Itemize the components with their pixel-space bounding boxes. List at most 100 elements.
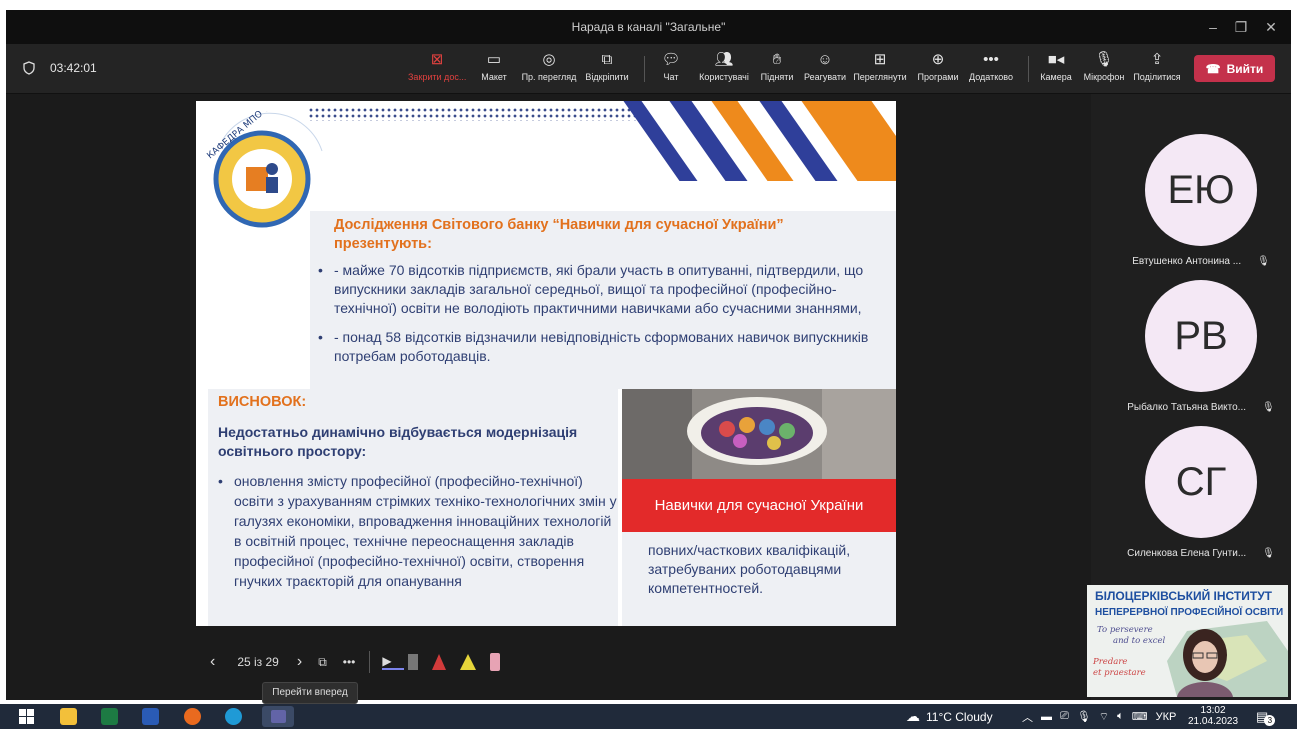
tray-chevron-icon[interactable]: ︿ — [1022, 709, 1033, 725]
next-slide-icon[interactable]: › — [291, 653, 316, 671]
red-banner: Навички для сучасної України — [622, 479, 896, 532]
camera-icon: ■◂ — [1047, 51, 1065, 68]
toolbar-divider — [1028, 56, 1029, 82]
share-button[interactable]: ⇪ Поділитися — [1132, 49, 1182, 91]
layout-button[interactable]: ▭ Макет — [476, 49, 512, 91]
participant-tile[interactable]: РВ Рыбалко Татьяна Викто... 🎙︎ — [1116, 280, 1286, 413]
mic-button[interactable]: 🎙︎ Мікрофон — [1080, 49, 1128, 91]
button-label: Чат — [663, 72, 679, 82]
eye-icon: ◎ — [542, 51, 556, 68]
teams-meeting-window: Нарада в каналі "Загальне" – ❐ ✕ 03:42:0… — [6, 10, 1291, 704]
leave-label: Вийти — [1226, 61, 1264, 76]
handwriting-line: et praestare — [1093, 668, 1146, 678]
close-icon[interactable]: ✕ — [1259, 16, 1283, 38]
shield-icon — [23, 61, 35, 75]
pointer-tool-icon[interactable]: ▶ — [382, 654, 404, 670]
keyboard-icon[interactable]: ⌨ — [1132, 710, 1148, 723]
avatar: СГ — [1145, 426, 1257, 538]
meeting-toolbar: 03:42:01 ⊠ Закрити дос... ▭ Макет ◎ Пр. … — [6, 44, 1291, 94]
bullet-item: - понад 58 відсотків відзначили невідпов… — [314, 328, 874, 366]
eraser-tool-icon[interactable] — [407, 654, 418, 670]
button-label: Закрити дос... — [408, 72, 467, 82]
button-label: Реагувати — [803, 72, 847, 82]
page-counter: 25 із 29 — [237, 655, 279, 669]
video-banner-line2: НЕПЕРЕРВНОЇ ПРОФЕСІЙНОЇ ОСВІТИ — [1095, 607, 1284, 618]
mic-muted-icon: 🎙︎ — [1262, 402, 1275, 413]
raise-hand-button[interactable]: ✋︎ Підняти — [758, 49, 796, 91]
battery-icon[interactable]: ▬ — [1041, 711, 1052, 723]
word-icon[interactable] — [142, 708, 159, 725]
participant-name-row: Силенкова Елена Гунти... 🎙︎ — [1116, 548, 1286, 559]
volume-icon[interactable]: 🔈︎ — [1117, 710, 1124, 723]
button-label: Пр. перегляд — [521, 72, 577, 82]
chat-icon: 💬︎ — [661, 51, 681, 68]
popout-button[interactable]: ⧉ Відкріпити — [582, 49, 632, 91]
clock[interactable]: 13:02 21.04.2023 — [1188, 705, 1238, 727]
language-indicator[interactable]: УКР — [1156, 711, 1177, 723]
notification-button[interactable]: ▤ 3 — [1256, 704, 1276, 729]
mic-muted-icon: 🎙︎ — [1262, 548, 1275, 559]
button-label: Підняти — [760, 72, 794, 82]
illustration-image — [622, 389, 896, 479]
close-share-icon: ⊠ — [430, 51, 444, 68]
firefox-icon[interactable] — [184, 708, 201, 725]
maximize-icon[interactable]: ❐ — [1229, 16, 1253, 38]
react-button[interactable]: ☺ Реагувати — [802, 49, 848, 91]
camera-button[interactable]: ■◂ Камера — [1036, 49, 1076, 91]
apps-icon: ⊕ — [931, 51, 945, 68]
button-label: Переглянути — [853, 72, 907, 82]
self-video-tile[interactable]: БІЛОЦЕРКІВСЬКИЙ ІНСТИТУТ НЕПЕРЕРВНОЇ ПРО… — [1087, 585, 1288, 697]
apps-button[interactable]: ⊕ Програми — [914, 49, 962, 91]
edge-icon[interactable] — [225, 708, 242, 725]
toolbar-divider — [644, 56, 645, 82]
participant-tile[interactable]: ЕЮ Евтушенко Антонина ... 🎙︎ — [1116, 134, 1286, 267]
device-icon[interactable]: ⎚ — [1060, 710, 1069, 723]
hangup-icon: ☎ — [1205, 61, 1221, 76]
stop-sharing-button[interactable]: ⊠ Закрити дос... — [408, 49, 466, 91]
slide-more-icon[interactable]: ••• — [341, 655, 370, 669]
leave-button[interactable]: ☎ Вийти — [1194, 55, 1275, 82]
bullet-item: оновлення змісту професійної (професійно… — [218, 471, 618, 591]
chat-button[interactable]: 💬︎ Чат — [656, 49, 686, 91]
bullet-item: - майже 70 відсотків підприємств, які бр… — [314, 261, 874, 318]
system-tray: ︿ ▬ ⎚ 🎙︎ ⌔ 🔈︎ ⌨ УКР — [1022, 704, 1176, 729]
clock-time: 13:02 — [1200, 705, 1226, 716]
avatar: РВ — [1145, 280, 1257, 392]
file-explorer-icon[interactable] — [60, 708, 77, 725]
pink-pen-tool-icon[interactable] — [489, 653, 500, 671]
tray-mic-icon[interactable]: 🎙︎ — [1077, 710, 1091, 723]
windows-start-icon[interactable] — [18, 708, 35, 725]
timer-text: 03:42:01 — [50, 61, 97, 75]
more-icon: ••• — [983, 51, 999, 68]
handwriting-line: Predare — [1093, 657, 1128, 667]
preview-button[interactable]: ◎ Пр. перегляд — [520, 49, 578, 91]
wifi-icon[interactable]: ⌔ — [1099, 710, 1109, 724]
prev-slide-icon[interactable]: ‹ — [206, 653, 225, 671]
popout-icon: ⧉ — [601, 51, 613, 68]
minimize-icon[interactable]: – — [1201, 16, 1225, 38]
red-pen-tool-icon[interactable] — [431, 654, 446, 670]
slide-controls: ‹ 25 із 29 › ⧉ ••• ▶ — [206, 649, 500, 675]
people-button[interactable]: 👥︎ Користувачі — [696, 49, 752, 91]
participant-tile[interactable]: СГ Силенкова Елена Гунти... 🎙︎ — [1116, 426, 1286, 559]
meeting-timer: 03:42:01 — [22, 61, 97, 75]
excel-icon[interactable] — [101, 708, 118, 725]
mic-icon: 🎙︎ — [1094, 51, 1114, 68]
share-icon: ⇪ — [1150, 51, 1164, 68]
weather-widget[interactable]: ☁ 11°C Cloudy — [906, 704, 993, 729]
conclusion-subtitle: Недостатньо динамічно відбувається модер… — [218, 424, 578, 459]
title-bar: Нарада в каналі "Загальне" – ❐ ✕ — [6, 10, 1291, 44]
button-label: Відкріпити — [585, 72, 629, 82]
rooms-icon: ⊞ — [873, 51, 887, 68]
tooltip: Перейти вперед — [262, 682, 358, 704]
button-label: Камера — [1040, 72, 1072, 82]
participant-name: Евтушенко Антонина ... — [1132, 256, 1242, 267]
more-button[interactable]: ••• Додатково — [966, 49, 1016, 91]
rooms-button[interactable]: ⊞ Переглянути — [852, 49, 908, 91]
teams-taskbar-icon[interactable] — [262, 706, 294, 727]
slide-bullets: - майже 70 відсотків підприємств, які бр… — [314, 261, 874, 376]
conclusion-title: ВИСНОВОК: — [218, 394, 307, 410]
slide-heading: Дослідження Світового банку “Навички для… — [334, 217, 784, 252]
slide-grid-icon[interactable]: ⧉ — [316, 655, 341, 670]
highlighter-tool-icon[interactable] — [459, 654, 476, 670]
